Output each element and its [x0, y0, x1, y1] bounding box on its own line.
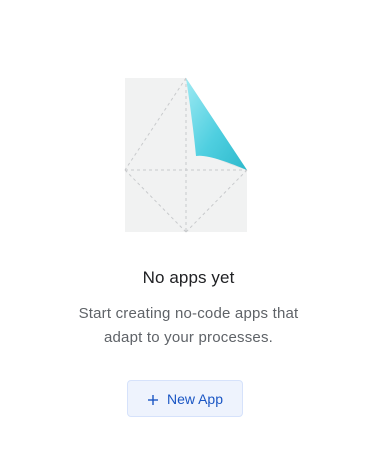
new-app-label: New App — [166, 390, 224, 407]
new-app-button[interactable]: New App — [127, 380, 243, 417]
empty-state-description: Start creating no-code apps that adapt t… — [78, 305, 299, 346]
folded-paper-icon — [120, 74, 252, 236]
empty-state-title: No apps yet — [142, 268, 235, 287]
plus-icon — [147, 393, 159, 405]
